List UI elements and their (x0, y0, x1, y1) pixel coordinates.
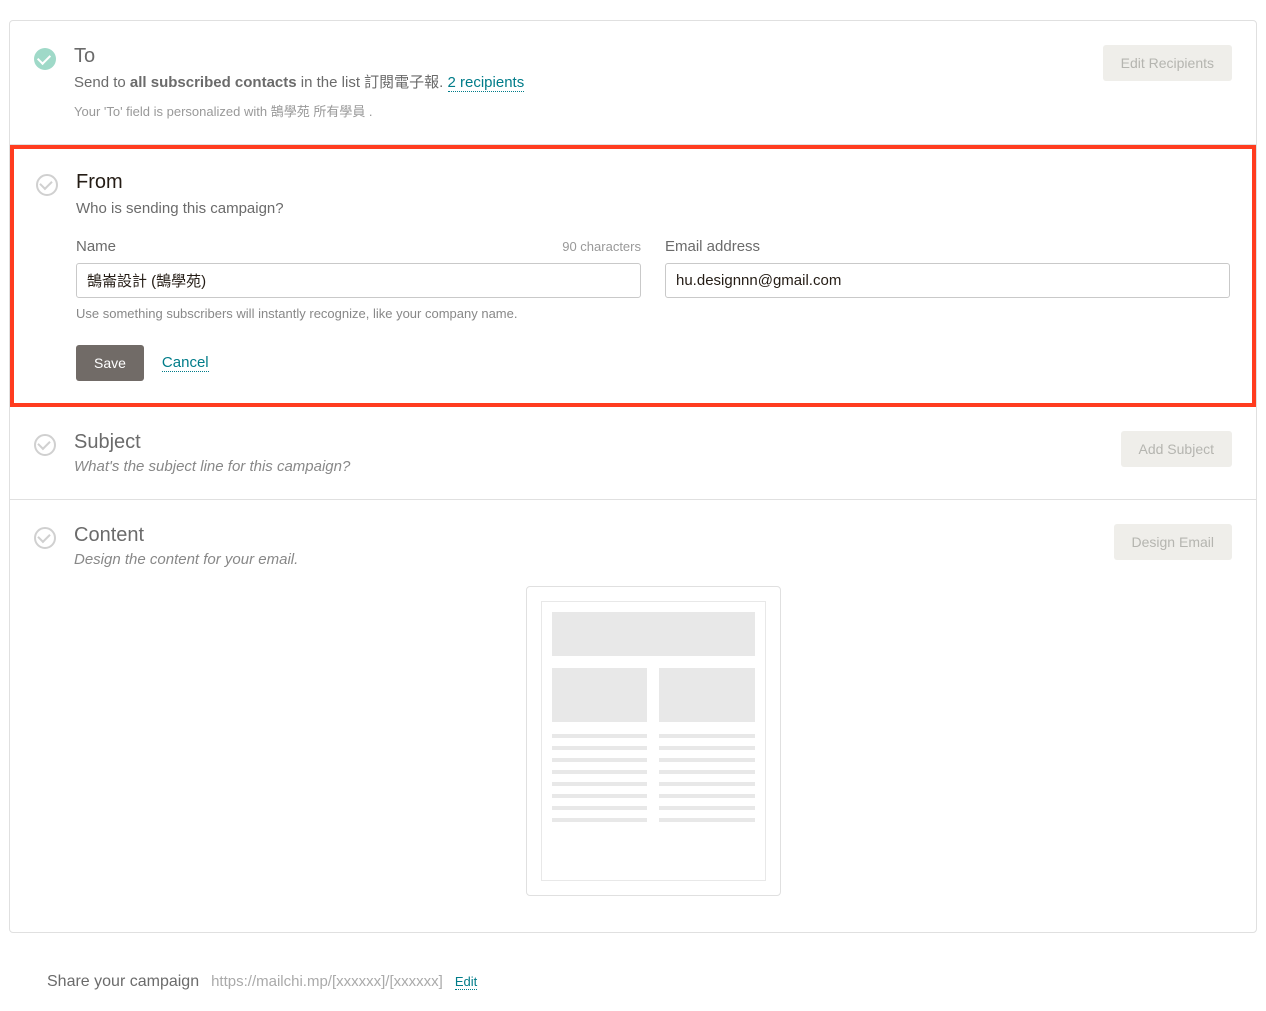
edit-recipients-button[interactable]: Edit Recipients (1103, 45, 1232, 81)
name-input[interactable] (76, 263, 641, 298)
campaign-setup-card: Edit Recipients To Send to all subscribe… (9, 20, 1257, 933)
share-campaign-row: Share your campaign https://mailchi.mp/[… (9, 973, 1257, 991)
email-label: Email address (665, 238, 760, 255)
add-subject-button[interactable]: Add Subject (1121, 431, 1233, 467)
content-description: Design the content for your email. (74, 551, 1232, 568)
check-icon (34, 48, 56, 70)
from-description: Who is sending this campaign? (76, 198, 1230, 221)
name-field-group: Name 90 characters Use something subscri… (76, 238, 641, 321)
cancel-button[interactable]: Cancel (162, 354, 209, 372)
subject-title: Subject (74, 431, 1232, 454)
content-section: Design Email Content Design the content … (10, 500, 1256, 932)
name-label: Name (76, 238, 116, 255)
share-edit-link[interactable]: Edit (455, 974, 477, 990)
to-description: Send to all subscribed contacts in the l… (74, 72, 1232, 95)
name-hint: Use something subscribers will instantly… (76, 306, 641, 321)
name-char-count: 90 characters (562, 239, 641, 254)
to-section: Edit Recipients To Send to all subscribe… (10, 21, 1256, 145)
email-input[interactable] (665, 263, 1230, 298)
subject-section: Add Subject Subject What's the subject l… (10, 407, 1256, 500)
check-icon (34, 434, 56, 456)
to-desc-prefix: Send to (74, 74, 130, 91)
subject-description: What's the subject line for this campaig… (74, 458, 1232, 475)
email-preview-thumbnail[interactable] (526, 586, 781, 896)
from-title: From (76, 171, 1230, 194)
share-label: Share your campaign (47, 973, 199, 991)
to-title: To (74, 45, 1232, 68)
to-desc-bold: all subscribed contacts (130, 74, 297, 91)
recipients-link[interactable]: 2 recipients (448, 74, 525, 92)
design-email-button[interactable]: Design Email (1114, 524, 1232, 560)
check-icon (34, 527, 56, 549)
content-title: Content (74, 524, 1232, 547)
save-button[interactable]: Save (76, 345, 144, 381)
to-desc-mid: in the list 訂閱電子報. (297, 74, 448, 91)
email-field-group: Email address (665, 238, 1230, 321)
check-icon (36, 174, 58, 196)
share-url: https://mailchi.mp/[xxxxxx]/[xxxxxx] (211, 973, 443, 990)
to-helper-text: Your 'To' field is personalized with 鵠學苑… (74, 101, 1232, 120)
from-section: From Who is sending this campaign? Name … (10, 145, 1256, 408)
